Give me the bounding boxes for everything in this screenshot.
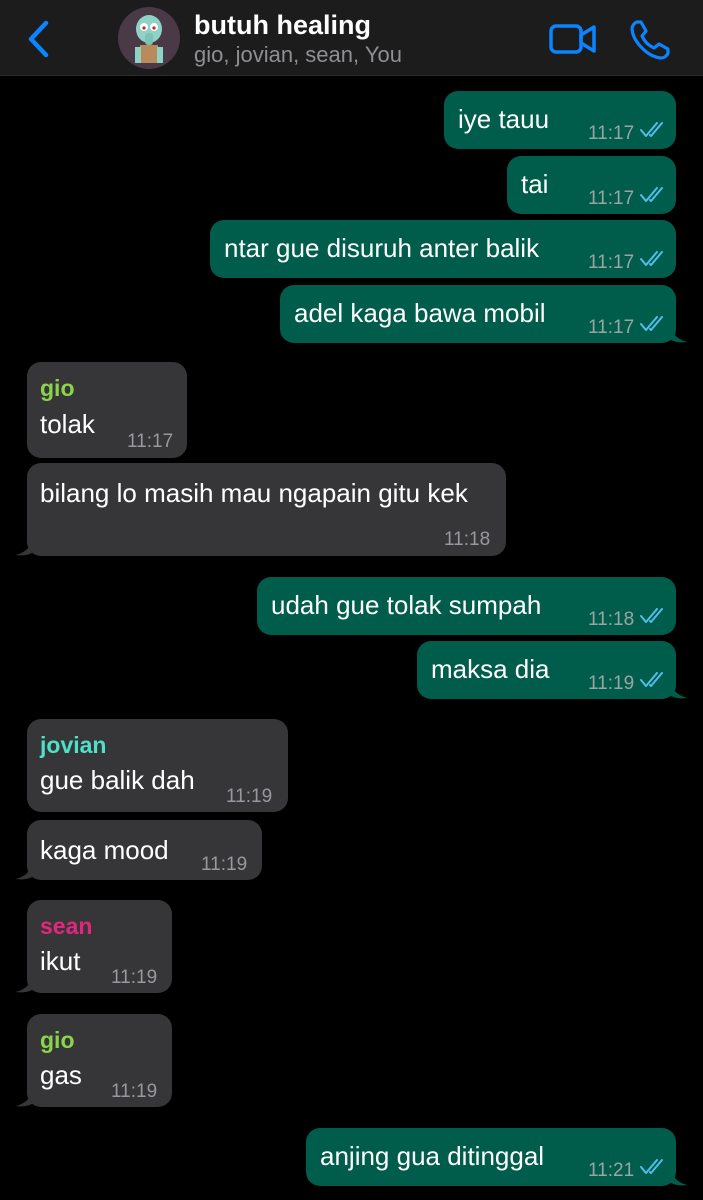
outgoing-message-bubble[interactable]: maksa dia 11:19: [417, 641, 688, 699]
back-button[interactable]: [22, 18, 58, 60]
sender-name[interactable]: jovian: [40, 729, 106, 761]
message-text: tai: [521, 169, 549, 199]
voice-call-button[interactable]: [628, 18, 672, 62]
message-text: gas: [40, 1060, 82, 1090]
incoming-message-bubble[interactable]: jovian gue balik dah 11:19: [27, 719, 288, 812]
message-timestamp: 11:18: [444, 529, 491, 550]
message-timestamp: 11:19: [588, 673, 635, 694]
bubble-tail: [670, 1168, 688, 1186]
message-timestamp: 11:19: [201, 854, 248, 875]
sender-name[interactable]: gio: [40, 372, 75, 404]
outgoing-message-bubble[interactable]: ntar gue disuruh anter balik 11:17: [210, 220, 676, 278]
message-text: iye tauu: [458, 104, 550, 134]
outgoing-message-bubble[interactable]: udah gue tolak sumpah 11:18: [257, 577, 676, 635]
message-text: adel kaga bawa mobil: [294, 298, 546, 328]
message-timestamp: 11:21: [588, 1160, 635, 1181]
message-text: ikut: [40, 946, 81, 976]
message-text: anjing gua ditinggal: [320, 1141, 545, 1171]
message-timestamp: 11:19: [226, 786, 273, 807]
sender-name[interactable]: gio: [40, 1024, 75, 1056]
outgoing-message-bubble[interactable]: adel kaga bawa mobil 11:17: [280, 285, 688, 343]
outgoing-message-bubble[interactable]: anjing gua ditinggal 11:21: [306, 1128, 688, 1186]
chevron-left-icon: [28, 20, 49, 58]
bubble-tail: [15, 538, 33, 556]
group-avatar[interactable]: [118, 7, 180, 69]
outgoing-message-bubble[interactable]: tai 11:17: [507, 156, 676, 214]
read-receipt-icon: [640, 122, 663, 137]
message-timestamp: 11:19: [111, 967, 158, 988]
incoming-message-bubble[interactable]: gio tolak 11:17: [27, 362, 187, 458]
message-timestamp: 11:17: [588, 188, 635, 209]
incoming-message-bubble[interactable]: bilang lo masih mau ngapain gitu kek 11:1…: [15, 463, 506, 556]
read-receipt-icon: [640, 608, 663, 623]
read-receipt-icon: [640, 316, 663, 331]
message-text: gue balik dah: [40, 765, 195, 795]
incoming-message-bubble[interactable]: sean ikut 11:19: [15, 900, 172, 993]
outgoing-message-bubble[interactable]: iye tauu 11:17: [444, 91, 676, 149]
read-receipt-icon: [640, 187, 663, 202]
video-call-button[interactable]: [548, 20, 598, 58]
bubble-tail: [15, 975, 33, 993]
read-receipt-icon: [640, 1159, 663, 1174]
message-timestamp: 11:17: [588, 252, 635, 273]
message-timestamp: 11:17: [127, 431, 174, 452]
phone-icon: [630, 20, 670, 60]
message-text: kaga mood: [40, 835, 169, 865]
incoming-message-bubble[interactable]: gio gas 11:19: [15, 1014, 172, 1107]
bubble-tail: [15, 1089, 33, 1107]
message-text: ntar gue disuruh anter balik: [224, 233, 540, 263]
read-receipt-icon: [640, 251, 663, 266]
message-text: tolak: [40, 409, 95, 439]
bubble-tail: [670, 325, 688, 343]
message-timestamp: 11:17: [588, 317, 635, 338]
sender-name[interactable]: sean: [40, 910, 92, 942]
squidward-avatar-image: [118, 7, 180, 69]
message-timestamp: 11:17: [588, 123, 635, 144]
message-text: maksa dia: [431, 654, 550, 684]
group-members[interactable]: gio, jovian, sean, You: [194, 42, 402, 68]
bubble-tail: [15, 862, 33, 880]
message-text: bilang lo masih mau ngapain gitu kek: [40, 478, 468, 508]
incoming-message-bubble[interactable]: kaga mood 11:19: [15, 820, 262, 880]
chat-title[interactable]: butuh healing: [194, 10, 371, 41]
message-timestamp: 11:18: [588, 609, 635, 630]
message-timestamp: 11:19: [111, 1081, 158, 1102]
read-receipt-icon: [640, 672, 663, 687]
chat-header: butuh healing gio, jovian, sean, You: [0, 0, 703, 76]
video-camera-icon: [549, 24, 596, 54]
bubble-tail: [670, 681, 688, 699]
message-text: udah gue tolak sumpah: [271, 590, 542, 620]
